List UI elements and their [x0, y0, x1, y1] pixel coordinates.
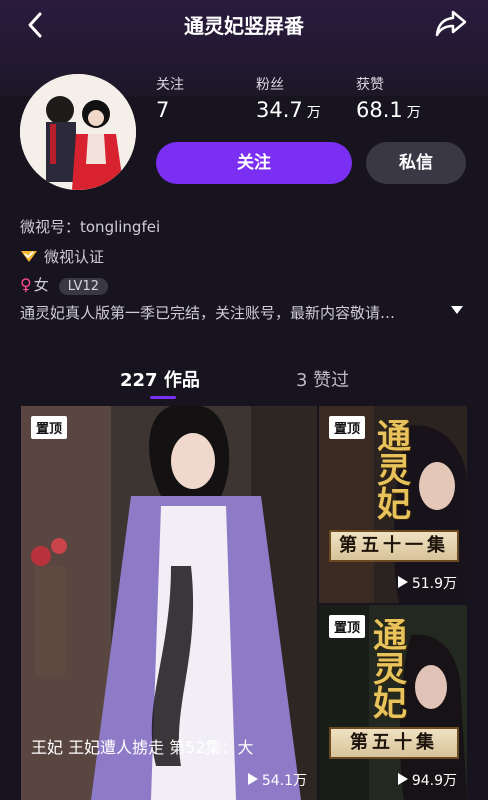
play-icon: [397, 576, 408, 588]
gender-label: 女: [33, 276, 49, 294]
tab-indicator: [150, 396, 176, 399]
stats-row: 关注 7 粉丝 34.7 万 获赞 68.1 万: [156, 74, 466, 124]
message-button[interactable]: 私信: [366, 142, 466, 184]
show-logo: 通灵妃: [373, 616, 407, 724]
stat-fans[interactable]: 粉丝 34.7 万: [256, 74, 321, 122]
verified-row: 微视认证: [20, 246, 104, 267]
pinned-badge: 置顶: [329, 615, 366, 638]
follow-button[interactable]: 关注: [156, 142, 352, 184]
play-count: 51.9万: [397, 573, 457, 593]
share-icon[interactable]: [434, 8, 468, 38]
play-icon: [397, 773, 408, 785]
stat-likes[interactable]: 获赞 68.1 万: [356, 74, 421, 122]
stat-label: 获赞: [356, 77, 384, 93]
stat-value: 34.7: [256, 98, 303, 122]
tab-liked[interactable]: 3 赞过: [296, 366, 349, 392]
gender-level-row: ♀ 女 LV12: [20, 274, 108, 295]
level-badge: LV12: [58, 278, 108, 295]
stat-label: 粉丝: [256, 77, 284, 93]
video-card[interactable]: 通灵妃 置顶 第五十集 94.9万: [319, 605, 467, 800]
tab-works[interactable]: 227 作品: [120, 366, 200, 392]
episode-plate: 第五十集: [329, 727, 459, 759]
avatar[interactable]: [20, 74, 136, 190]
verified-label: 微视认证: [44, 248, 105, 266]
stat-following[interactable]: 关注 7: [156, 74, 184, 122]
video-card[interactable]: 通灵妃 置顶 第五十一集 51.9万: [319, 406, 467, 603]
video-caption: 王妃 王妃遭人掳走 第52集：大: [31, 738, 254, 757]
stat-unit: 万: [306, 105, 321, 121]
show-logo: 通灵妃: [377, 417, 411, 525]
play-count-value: 51.9万: [411, 576, 457, 592]
stat-label: 关注: [156, 77, 184, 93]
pinned-badge: 置顶: [329, 416, 366, 439]
expand-down-icon[interactable]: [450, 305, 464, 315]
weishi-id: 微视号：tonglingfei: [20, 218, 161, 236]
avatar-image: [20, 74, 136, 190]
female-icon: ♀: [20, 275, 32, 294]
content-tabs: 227 作品 3 赞过: [0, 366, 488, 402]
play-count: 94.9万: [397, 770, 457, 790]
play-count-value: 54.1万: [261, 773, 307, 789]
episode-plate: 第五十一集: [329, 530, 459, 562]
stat-value: 7: [156, 98, 170, 122]
play-count-value: 94.9万: [411, 773, 457, 789]
pinned-badge: 置顶: [31, 416, 68, 439]
bio: 通灵妃真人版第一季已完结，关注账号，最新内容敬请…: [20, 304, 396, 322]
verified-badge-icon: [21, 251, 37, 262]
video-card[interactable]: 置顶 王妃 王妃遭人掳走 第52集：大 54.1万: [21, 406, 317, 800]
stat-unit: 万: [406, 105, 421, 121]
page-title: 通灵妃竖屏番: [184, 14, 304, 38]
play-icon: [247, 773, 258, 785]
stat-value: 68.1: [356, 98, 403, 122]
play-count: 54.1万: [247, 770, 307, 790]
